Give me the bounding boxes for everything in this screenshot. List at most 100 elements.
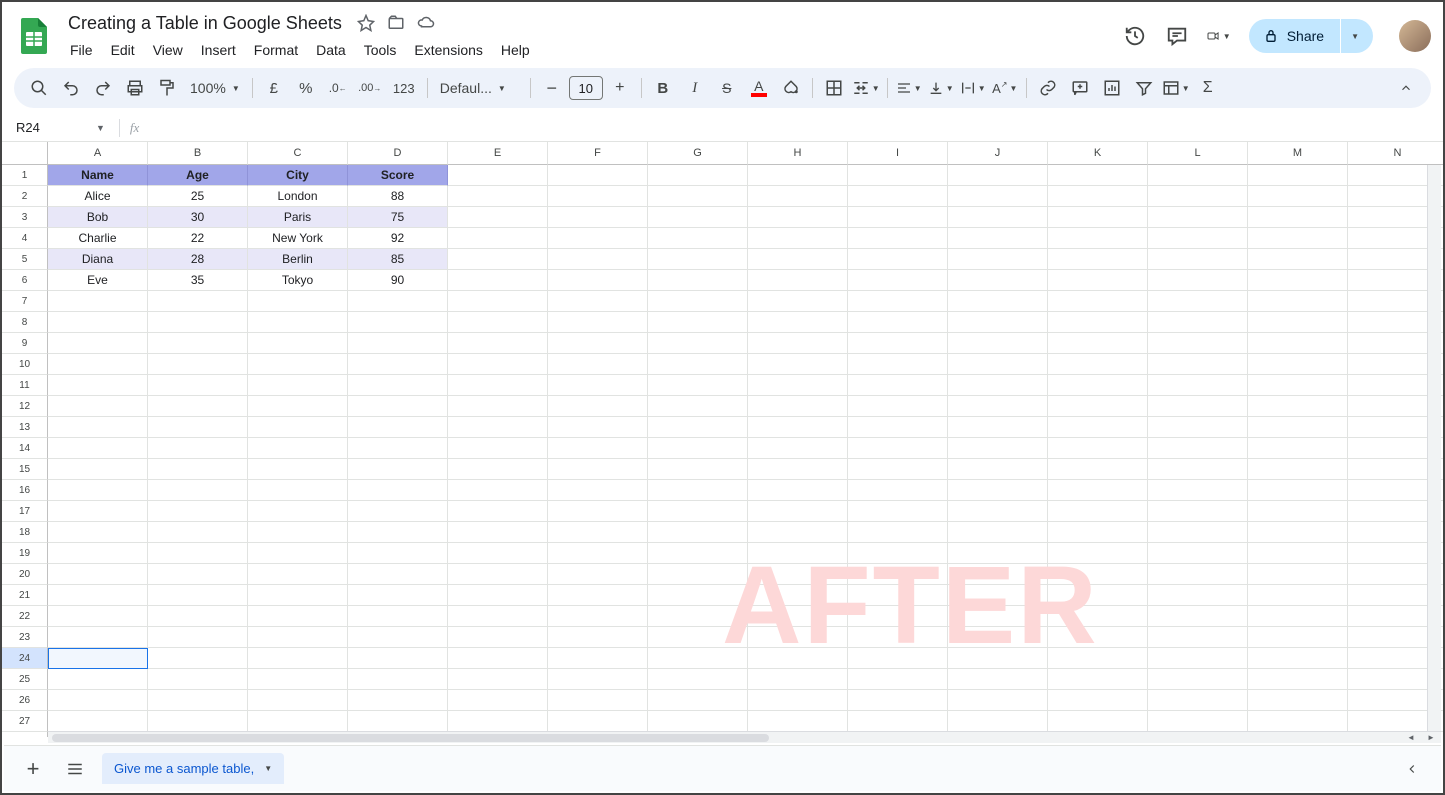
cell[interactable]: 35 — [148, 270, 248, 291]
cell[interactable] — [448, 543, 548, 564]
cell[interactable] — [748, 375, 848, 396]
cell[interactable] — [748, 333, 848, 354]
row-header[interactable]: 6 — [2, 270, 48, 291]
cell[interactable] — [1248, 711, 1348, 732]
cell[interactable] — [648, 606, 748, 627]
cell[interactable] — [48, 459, 148, 480]
redo-icon[interactable] — [88, 73, 118, 103]
cell[interactable] — [848, 375, 948, 396]
cell[interactable] — [148, 669, 248, 690]
cell[interactable] — [648, 354, 748, 375]
cell[interactable]: 75 — [348, 207, 448, 228]
functions-button[interactable]: Σ — [1193, 73, 1223, 103]
cell[interactable] — [848, 333, 948, 354]
cell[interactable] — [1248, 501, 1348, 522]
cell[interactable] — [48, 627, 148, 648]
cell[interactable] — [848, 312, 948, 333]
menu-insert[interactable]: Insert — [193, 38, 244, 62]
row-header[interactable]: 7 — [2, 291, 48, 312]
cell[interactable] — [1148, 207, 1248, 228]
cell[interactable]: Score — [348, 165, 448, 186]
cell[interactable] — [1048, 333, 1148, 354]
cell[interactable] — [448, 711, 548, 732]
row-header[interactable]: 27 — [2, 711, 48, 732]
row-header[interactable]: 24 — [2, 648, 48, 669]
add-sheet-button[interactable]: + — [18, 754, 48, 784]
share-dropdown[interactable]: ▼ — [1341, 19, 1373, 53]
column-header[interactable]: L — [1148, 142, 1248, 165]
cell[interactable] — [1148, 585, 1248, 606]
increase-decimal-button[interactable]: .00→ — [355, 73, 385, 103]
cell[interactable] — [848, 480, 948, 501]
cell[interactable] — [448, 291, 548, 312]
cell[interactable] — [348, 417, 448, 438]
cell[interactable]: Eve — [48, 270, 148, 291]
cell[interactable] — [348, 438, 448, 459]
cell[interactable] — [148, 648, 248, 669]
cell[interactable] — [1048, 375, 1148, 396]
cell[interactable] — [748, 459, 848, 480]
table-view-button[interactable]: ▼ — [1161, 73, 1191, 103]
column-header[interactable]: K — [1048, 142, 1148, 165]
cell[interactable] — [1148, 186, 1248, 207]
row-header[interactable]: 11 — [2, 375, 48, 396]
cell[interactable] — [1248, 564, 1348, 585]
rotate-button[interactable]: A↗▼ — [990, 73, 1020, 103]
cell[interactable] — [1048, 291, 1148, 312]
cell[interactable] — [448, 522, 548, 543]
cell[interactable] — [248, 669, 348, 690]
cell[interactable]: Age — [148, 165, 248, 186]
cell[interactable] — [248, 648, 348, 669]
cell[interactable] — [648, 543, 748, 564]
cell[interactable] — [1048, 165, 1148, 186]
cell[interactable] — [848, 396, 948, 417]
cell[interactable] — [1248, 459, 1348, 480]
cell[interactable] — [1048, 312, 1148, 333]
cell[interactable] — [148, 522, 248, 543]
cell[interactable] — [1048, 396, 1148, 417]
cell[interactable] — [848, 501, 948, 522]
cell[interactable] — [248, 501, 348, 522]
cell[interactable] — [548, 627, 648, 648]
cell[interactable] — [748, 522, 848, 543]
cell[interactable] — [1248, 291, 1348, 312]
cell[interactable]: Alice — [48, 186, 148, 207]
column-header[interactable]: B — [148, 142, 248, 165]
cell[interactable] — [248, 459, 348, 480]
cell[interactable] — [448, 648, 548, 669]
cell[interactable] — [748, 417, 848, 438]
cell[interactable] — [1148, 480, 1248, 501]
menu-help[interactable]: Help — [493, 38, 538, 62]
cell[interactable] — [448, 690, 548, 711]
cell[interactable] — [448, 249, 548, 270]
cell[interactable] — [48, 606, 148, 627]
column-header[interactable]: F — [548, 142, 648, 165]
cell[interactable] — [248, 585, 348, 606]
cell[interactable] — [1048, 207, 1148, 228]
row-header[interactable]: 4 — [2, 228, 48, 249]
cell[interactable] — [148, 543, 248, 564]
cell[interactable] — [648, 165, 748, 186]
cell[interactable] — [1048, 186, 1148, 207]
cell[interactable] — [448, 312, 548, 333]
cell[interactable] — [548, 522, 648, 543]
cell[interactable] — [148, 417, 248, 438]
cell[interactable] — [348, 291, 448, 312]
vertical-scrollbar[interactable] — [1427, 150, 1441, 740]
meet-button[interactable]: ▼ — [1207, 24, 1231, 48]
cell[interactable] — [1248, 186, 1348, 207]
cell[interactable] — [748, 207, 848, 228]
cell[interactable] — [448, 375, 548, 396]
cell[interactable] — [48, 396, 148, 417]
cell[interactable] — [648, 228, 748, 249]
cell[interactable] — [1248, 375, 1348, 396]
menu-view[interactable]: View — [145, 38, 191, 62]
cell[interactable] — [1148, 375, 1248, 396]
cell[interactable] — [748, 606, 848, 627]
cell[interactable] — [1048, 711, 1148, 732]
cell[interactable] — [948, 627, 1048, 648]
search-icon[interactable] — [24, 73, 54, 103]
cell[interactable] — [1248, 270, 1348, 291]
cell[interactable] — [448, 669, 548, 690]
cell[interactable] — [448, 438, 548, 459]
